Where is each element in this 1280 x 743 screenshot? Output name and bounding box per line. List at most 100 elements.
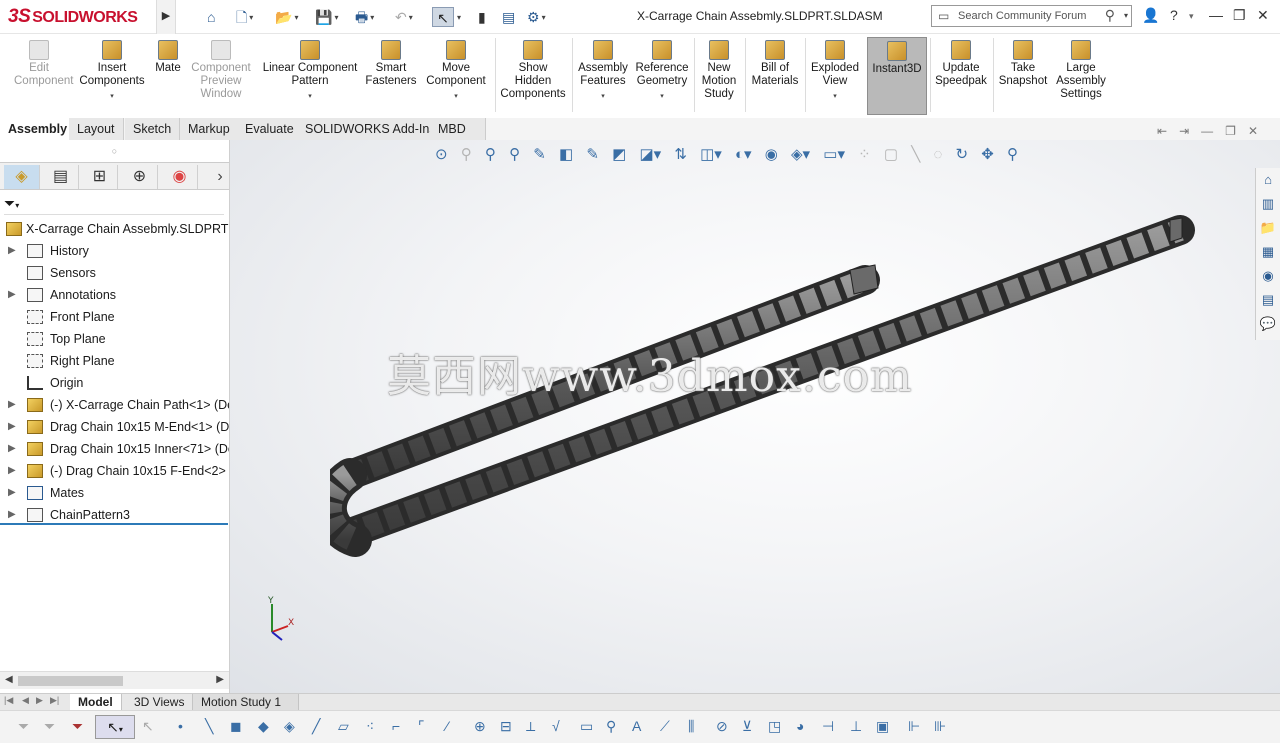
chevron-down-icon[interactable]: ▾	[1124, 11, 1128, 20]
filter-dimensions-icon[interactable]: ⊟	[500, 718, 512, 735]
assembly-features-button[interactable]: Assembly Features ▾	[576, 40, 630, 103]
tree-item-chain-path[interactable]: ▶ (-) X-Carrage Chain Path<1> (Def	[0, 394, 229, 416]
reference-geometry-button[interactable]: Reference Geometry ▾	[633, 40, 691, 103]
tree-item-annotations[interactable]: ▶ Annotations	[0, 284, 229, 306]
minimize-window-icon[interactable]: —	[1209, 7, 1223, 23]
drag-chain-3d-model[interactable]	[330, 210, 1210, 610]
edit-appearance-icon[interactable]: ◫▾	[700, 146, 722, 163]
mate-button[interactable]: Mate	[152, 40, 184, 75]
component-preview-window-button[interactable]: Component Preview Window	[189, 40, 253, 101]
undo-icon[interactable]: ↶ ▾	[395, 7, 413, 27]
filter-text-icon[interactable]: A	[632, 718, 641, 734]
doc-restore-icon[interactable]: ❐	[1225, 124, 1248, 138]
dimxpert-manager-icon[interactable]: ⊕	[122, 165, 158, 189]
filter-edges-icon[interactable]: ╲	[205, 718, 213, 735]
filter-notes-icon[interactable]: ▭	[580, 718, 593, 735]
scroll-left-icon[interactable]: ◀	[5, 674, 13, 685]
filter-surface-finish-icon[interactable]: ⟂	[526, 718, 535, 735]
render-tools-icon[interactable]: ◈▾	[791, 146, 810, 163]
tree-item-sensors[interactable]: Sensors	[0, 262, 229, 284]
tab-layout[interactable]: Layout	[69, 118, 124, 140]
select-dropdown-icon[interactable]: ▾	[455, 7, 461, 27]
tree-item-f-end[interactable]: ▶ (-) Drag Chain 10x15 F-End<2> (D	[0, 460, 229, 482]
filter-connection-points-icon[interactable]: ◳	[768, 718, 781, 735]
featuremanager-tree-icon[interactable]: ◈	[4, 165, 40, 189]
expand-arrow-icon[interactable]: ▶	[8, 460, 16, 482]
filter-welds-icon[interactable]: ▣	[876, 718, 889, 735]
filter-weld-symbols-icon[interactable]: ⚲	[606, 718, 616, 735]
clear-filters-icon[interactable]: ⏷	[44, 718, 55, 735]
filter-cosmetic-threads-icon[interactable]: ⫼	[688, 718, 694, 735]
tree-item-inner[interactable]: ▶ Drag Chain 10x15 Inner<71> (Defa	[0, 438, 229, 460]
tab-3d-views[interactable]: 3D Views	[126, 694, 194, 710]
3d-drawing-view-icon[interactable]: ✎	[533, 146, 546, 163]
line-icon[interactable]: ╲	[911, 146, 920, 163]
expand-arrow-icon[interactable]: ▶	[8, 284, 16, 306]
filter-center-marks-icon[interactable]: ⁄	[446, 718, 448, 734]
pan-icon[interactable]: ✥	[981, 146, 994, 163]
doc-close-icon[interactable]: ✕	[1248, 124, 1270, 138]
filter-solid-bodies-icon[interactable]: ◈	[284, 718, 295, 735]
filter-stamps-icon[interactable]: ⊪	[934, 718, 946, 735]
design-library-icon[interactable]: ▥	[1256, 192, 1280, 216]
update-speedpak-button[interactable]: Update Speedpak	[934, 40, 988, 88]
filter-sketch-points-icon[interactable]: ⁖	[366, 718, 374, 735]
scroll-right-icon[interactable]: ▶	[216, 674, 224, 685]
apply-scene-icon[interactable]: ◐▾	[735, 146, 752, 163]
filter-routing-points-icon[interactable]: ◕	[796, 718, 804, 734]
options-gear-icon[interactable]: ⚙ ▾	[527, 7, 546, 27]
filter-planes-icon[interactable]: ▱	[338, 718, 349, 735]
section-view-icon[interactable]: ◧	[559, 146, 573, 163]
forum-icon[interactable]: 💬	[1256, 312, 1280, 336]
select-filter-dropdown[interactable]: ↖▾	[95, 715, 135, 739]
filter-datum-targets-icon[interactable]: ⟋	[660, 718, 670, 735]
zoom-to-area-icon[interactable]: ⚲	[461, 146, 472, 163]
bill-of-materials-button[interactable]: Bill of Materials	[749, 40, 801, 88]
tab-assembly[interactable]: Assembly	[0, 118, 77, 140]
tab-sketch[interactable]: Sketch	[125, 118, 181, 140]
scrollbar-thumb[interactable]	[18, 676, 123, 686]
open-folder-icon[interactable]: 📂 ▾	[275, 7, 298, 27]
prev-tab-icon[interactable]: ◀	[22, 695, 29, 706]
tree-item-top-plane[interactable]: Top Plane	[0, 328, 229, 350]
filter-ribs-icon[interactable]: ⊥	[850, 718, 862, 735]
filter-mid-faces-icon[interactable]: ⊣	[822, 718, 834, 735]
new-document-icon[interactable]: 🗋 ▾	[236, 7, 253, 27]
instant3d-button[interactable]: Instant3D	[867, 37, 927, 115]
cube-icon[interactable]: ▢	[884, 146, 898, 163]
rebuild-traffic-light-icon[interactable]: ▮	[478, 7, 486, 27]
display-style-icon[interactable]: ◪▾	[639, 146, 661, 163]
solidworks-resources-home-icon[interactable]: ⌂	[1256, 168, 1280, 192]
user-account-icon[interactable]: 👤	[1142, 7, 1159, 24]
tree-item-front-plane[interactable]: Front Plane	[0, 306, 229, 328]
display-manager-icon[interactable]: ◉	[162, 165, 198, 189]
restore-window-icon[interactable]: ❐	[1233, 7, 1246, 24]
expand-menu-arrow-icon[interactable]: ▶	[156, 0, 176, 34]
search-community-forum-input[interactable]: ▭ Search Community Forum ⚲ ▾	[931, 5, 1132, 27]
filter-axes-icon[interactable]: ╱	[312, 718, 320, 735]
zoom-to-fit-icon[interactable]: ⊙	[435, 146, 448, 163]
tree-item-origin[interactable]: Origin	[0, 372, 229, 394]
tree-item-m-end[interactable]: ▶ Drag Chain 10x15 M-End<1> (Def	[0, 416, 229, 438]
last-tab-icon[interactable]: ▶|	[50, 695, 59, 706]
file-explorer-icon[interactable]: 📁	[1256, 216, 1280, 240]
tab-markup[interactable]: Markup	[180, 118, 239, 140]
file-properties-icon[interactable]: ▤	[502, 7, 515, 27]
filter-vertices-icon[interactable]: •	[178, 718, 183, 734]
exploded-view-button[interactable]: Exploded View ▾	[809, 40, 861, 103]
filter-midpoints-icon[interactable]: ⌜	[418, 718, 425, 735]
rotate-view-icon[interactable]: ↻	[956, 146, 969, 163]
first-tab-icon[interactable]: |◀	[4, 695, 13, 706]
tree-item-right-plane[interactable]: Right Plane	[0, 350, 229, 372]
view-orientation-icon[interactable]: ◩	[612, 146, 626, 163]
filter-mates-icon[interactable]: ⊩	[908, 718, 920, 735]
horizontal-scrollbar[interactable]: ◀ ▶	[0, 671, 229, 689]
document-window-controls[interactable]: ⇤⇥—❐✕	[1157, 124, 1270, 138]
property-manager-icon[interactable]: ▤	[43, 165, 79, 189]
expand-arrow-icon[interactable]: ▶	[8, 438, 16, 460]
tab-solidworks-add-ins[interactable]: SOLIDWORKS Add-Ins	[297, 118, 445, 140]
move-component-button[interactable]: Move Component ▾	[424, 40, 488, 103]
linear-component-pattern-button[interactable]: Linear Component Pattern ▾	[259, 40, 361, 103]
take-snapshot-button[interactable]: Take Snapshot	[997, 40, 1049, 88]
new-motion-study-button[interactable]: New Motion Study	[698, 40, 740, 101]
